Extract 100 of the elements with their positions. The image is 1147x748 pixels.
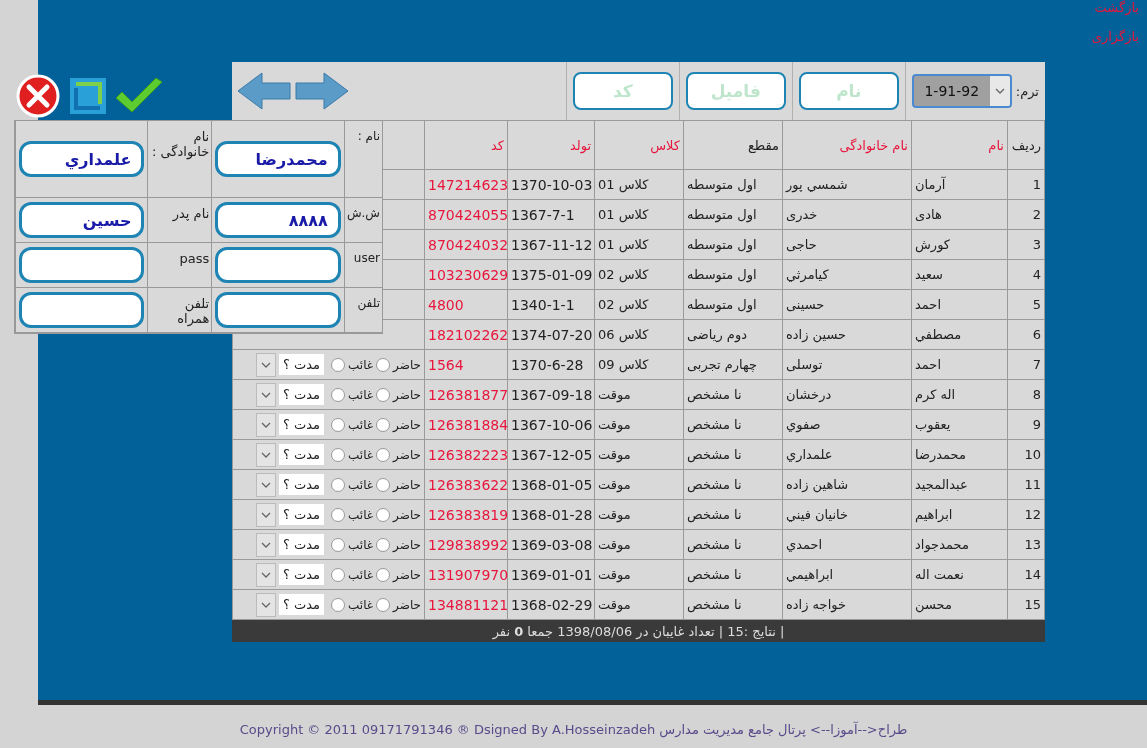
column-header[interactable]: کد <box>424 120 508 170</box>
code-link[interactable]: 103230629 <box>424 259 508 290</box>
input-field[interactable]: ۸۸۸۸ <box>215 202 341 238</box>
radio-label: غائب <box>348 477 374 492</box>
code-link[interactable]: 147214623 <box>424 169 508 200</box>
chevron-down-icon <box>994 88 1005 94</box>
duration-select[interactable]: مدت ؟ <box>279 384 325 405</box>
dropdown-button[interactable] <box>256 412 276 437</box>
duration-select[interactable]: مدت ؟ <box>279 594 325 615</box>
table-cell: نا مشخص <box>683 529 783 560</box>
radio-button[interactable] <box>331 507 346 522</box>
code-link[interactable]: 182102262 <box>424 319 508 350</box>
table-cell: خواجه زاده <box>782 589 912 620</box>
column-header[interactable]: نام خانوادگی <box>782 120 912 170</box>
column-header[interactable]: تولد <box>507 120 595 170</box>
table-cell: نا مشخص <box>683 559 783 590</box>
duration-select[interactable]: مدت ؟ <box>279 534 325 555</box>
table-cell: 1367-11-12 <box>507 229 595 260</box>
radio-button[interactable] <box>331 477 346 492</box>
arrow-left-icon[interactable] <box>236 71 292 111</box>
table-cell: احمد <box>911 289 1008 320</box>
chevron-down-icon <box>261 511 271 518</box>
radio-button[interactable] <box>331 597 346 612</box>
dropdown-button[interactable] <box>256 562 276 587</box>
table-cell: موقت <box>594 529 684 560</box>
code-link[interactable]: 870424055 <box>424 199 508 230</box>
table-cell: 15 <box>1007 589 1045 620</box>
column-header[interactable]: نام <box>911 120 1008 170</box>
table-cell: اول متوسطه <box>683 289 783 320</box>
radio-button[interactable] <box>331 567 346 582</box>
column-header[interactable]: کلاس <box>594 120 684 170</box>
radio-button[interactable] <box>376 357 391 372</box>
input-field[interactable]: علمداري <box>19 141 145 177</box>
table-cell: 1370-10-03 <box>507 169 595 200</box>
code-link[interactable]: 126381884 <box>424 409 508 440</box>
radio-button[interactable] <box>376 477 391 492</box>
radio-button[interactable] <box>331 357 346 372</box>
code-link[interactable]: 134881121 <box>424 589 508 620</box>
radio-button[interactable] <box>331 417 346 432</box>
table-cell: نا مشخص <box>683 409 783 440</box>
code-link[interactable]: 1564 <box>424 349 508 380</box>
duration-select[interactable]: مدت ؟ <box>279 444 325 465</box>
duration-select[interactable]: مدت ؟ <box>279 354 325 375</box>
field-label: نام : <box>357 129 380 143</box>
input-field[interactable]: محمدرضا <box>215 141 341 177</box>
radio-button[interactable] <box>376 447 391 462</box>
radio-button[interactable] <box>376 387 391 402</box>
table-cell: 4 <box>1007 259 1045 290</box>
dropdown-button[interactable] <box>256 352 276 377</box>
code-link[interactable]: 129838992 <box>424 529 508 560</box>
code-link[interactable]: 126383622 <box>424 469 508 500</box>
input-field[interactable] <box>215 247 341 283</box>
table-cell: 1367-7-1 <box>507 199 595 230</box>
duration-select[interactable]: مدت ؟ <box>279 414 325 435</box>
table-cell: نا مشخص <box>683 439 783 470</box>
dropdown-button[interactable] <box>256 532 276 557</box>
table-cell: موقت <box>594 499 684 530</box>
table-cell: ابراهيم <box>911 499 1008 530</box>
table-cell: خانيان فيني <box>782 499 912 530</box>
arrow-right-icon[interactable] <box>294 71 350 111</box>
dropdown-button[interactable] <box>256 502 276 527</box>
input-field[interactable] <box>19 247 145 283</box>
copyright-text: طراح<--آموزا--> پرتال جامع مدیریت مدارس Copyright © 2011 09171791346 ® Dsigned By A.Hosseinzadeh <box>239 722 908 737</box>
table-cell: كيامرثي <box>782 259 912 290</box>
dropdown-button[interactable] <box>256 442 276 467</box>
table-cell: احمد <box>911 349 1008 380</box>
radio-button[interactable] <box>331 447 346 462</box>
code-link[interactable]: 126383819 <box>424 499 508 530</box>
term-select[interactable]: 1-91-92 <box>911 74 1012 108</box>
duration-select[interactable]: مدت ؟ <box>279 474 325 495</box>
code-link[interactable]: 126381877 <box>424 379 508 410</box>
radio-button[interactable] <box>376 417 391 432</box>
chevron-down-icon <box>261 481 271 488</box>
code-link[interactable]: 131907970 <box>424 559 508 590</box>
code-link[interactable]: 870424032 <box>424 229 508 260</box>
code-link[interactable]: 4800 <box>424 289 508 320</box>
radio-button[interactable] <box>331 537 346 552</box>
duration-select[interactable]: مدت ؟ <box>279 564 325 585</box>
input-field[interactable] <box>215 292 341 328</box>
table-cell: احمدي <box>782 529 912 560</box>
table-cell: 1 <box>1007 169 1045 200</box>
duration-select[interactable]: مدت ؟ <box>279 504 325 525</box>
radio-button[interactable] <box>376 507 391 522</box>
field-label: نام پدر <box>172 206 210 221</box>
table-cell: محمدرضا <box>911 439 1008 470</box>
radio-button[interactable] <box>331 387 346 402</box>
dropdown-button[interactable] <box>256 382 276 407</box>
dropdown-button[interactable] <box>256 592 276 617</box>
table-cell: کورش <box>911 229 1008 260</box>
code-link[interactable]: 126382223 <box>424 439 508 470</box>
radio-button[interactable] <box>376 597 391 612</box>
radio-label: غائب <box>348 357 374 372</box>
dropdown-button[interactable] <box>256 472 276 497</box>
input-field[interactable]: حسين <box>19 202 145 238</box>
radio-button[interactable] <box>376 537 391 552</box>
input-field[interactable] <box>19 292 145 328</box>
radio-button[interactable] <box>376 567 391 582</box>
table-cell: 2 <box>1007 199 1045 230</box>
table-cell: كلاس 09 <box>594 349 684 380</box>
table-cell: عبدالمجيد <box>911 469 1008 500</box>
